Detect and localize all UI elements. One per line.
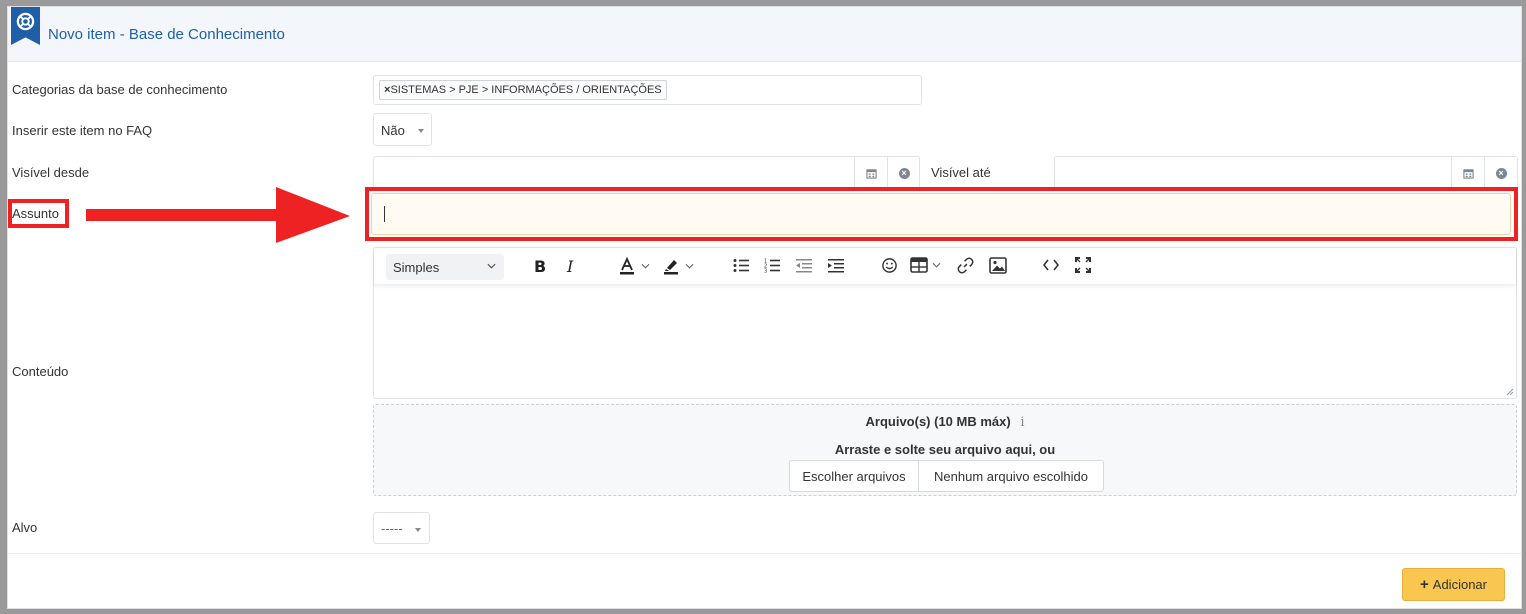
target-select[interactable]: ----- <box>373 512 430 544</box>
outdent-button[interactable] <box>796 258 812 273</box>
code-icon <box>1043 259 1059 271</box>
table-button[interactable] <box>910 257 941 273</box>
chevron-down-icon <box>932 262 941 268</box>
text-color-button[interactable] <box>618 257 650 275</box>
code-view-button[interactable] <box>1043 258 1059 272</box>
file-dropzone[interactable]: Arquivo(s) (10 MB máx) i Arraste e solte… <box>373 404 1517 496</box>
visible-from-label: Visível desde <box>12 165 90 180</box>
lifebuoy-icon <box>16 12 35 31</box>
categories-select[interactable]: ×SISTEMAS > PJE > INFORMAÇÕES / ORIENTAÇ… <box>373 75 922 105</box>
target-value: ----- <box>381 521 403 536</box>
chevron-down-icon <box>415 528 421 532</box>
paragraph-format-value: Simples <box>393 260 440 275</box>
content-label: Conteúdo <box>12 364 69 379</box>
page-title: Novo item - Base de Conhecimento <box>48 26 285 43</box>
subject-label: Assunto <box>12 206 59 221</box>
categories-label: Categorias da base de conhecimento <box>12 82 228 97</box>
italic-icon: I <box>567 257 574 276</box>
header-badge <box>11 7 40 45</box>
fullscreen-button[interactable] <box>1075 257 1091 273</box>
highlighter-icon <box>664 260 678 275</box>
editor-toolbar: Simples B I 123 <box>374 248 1516 284</box>
info-icon[interactable]: i <box>1020 415 1024 430</box>
red-arrow-annotation <box>86 187 350 243</box>
fullscreen-icon <box>1075 257 1091 273</box>
paragraph-format-dropdown[interactable]: Simples <box>386 254 504 280</box>
faq-select[interactable]: Não <box>373 113 432 146</box>
no-file-chosen-text: Nenhum arquivo escolhido <box>934 468 1088 484</box>
indent-button[interactable] <box>828 258 844 273</box>
footer-divider <box>8 553 1521 554</box>
highlight-color-button[interactable] <box>662 257 694 275</box>
dropzone-title: Arquivo(s) (10 MB máx) <box>865 414 1011 429</box>
add-button[interactable]: + Adicionar <box>1402 568 1505 601</box>
table-icon <box>910 257 928 273</box>
form-panel: Novo item - Base de Conhecimento Categor… <box>7 6 1522 609</box>
chevron-down-icon <box>487 263 496 269</box>
outdent-icon <box>796 259 812 273</box>
subject-input[interactable] <box>371 193 1511 235</box>
bullet-list-icon <box>733 259 749 272</box>
bold-button[interactable]: B <box>534 257 546 276</box>
visible-until-input[interactable]: × <box>1054 156 1518 190</box>
panel-header: Novo item - Base de Conhecimento <box>8 7 1521 62</box>
emoji-button[interactable] <box>881 257 898 274</box>
content-editor[interactable]: Simples B I 123 <box>373 247 1517 399</box>
image-icon <box>989 257 1007 274</box>
link-icon <box>957 257 974 274</box>
indent-icon <box>828 259 844 273</box>
file-input[interactable]: Escolher arquivos Nenhum arquivo escolhi… <box>789 460 1104 492</box>
clear-button-until[interactable]: × <box>1484 157 1517 189</box>
svg-text:3: 3 <box>764 269 767 274</box>
dropzone-title-row: Arquivo(s) (10 MB máx) i <box>374 414 1516 430</box>
add-button-label: Adicionar <box>1432 577 1487 592</box>
calendar-button-from[interactable] <box>854 157 887 189</box>
calendar-icon <box>1462 168 1474 179</box>
clear-icon: × <box>1495 167 1507 179</box>
image-button[interactable] <box>989 257 1007 274</box>
visible-until-label: Visível até <box>931 165 991 180</box>
bullet-list-button[interactable] <box>733 258 749 273</box>
calendar-button-until[interactable] <box>1451 157 1484 189</box>
faq-value: Não <box>381 123 405 138</box>
category-tag-text: SISTEMAS > PJE > INFORMAÇÕES / ORIENTAÇÕ… <box>390 84 662 96</box>
visible-from-input[interactable]: × <box>373 156 920 190</box>
link-button[interactable] <box>957 257 974 274</box>
choose-files-button[interactable]: Escolher arquivos <box>790 461 919 491</box>
dropzone-text: Arraste e solte seu arquivo aqui, ou <box>834 442 1056 457</box>
calendar-icon <box>865 168 877 179</box>
chevron-down-icon <box>685 263 694 269</box>
target-label: Alvo <box>12 520 38 535</box>
bold-icon: B <box>534 257 547 276</box>
clear-icon: × <box>898 167 910 179</box>
text-cursor <box>384 206 385 222</box>
emoji-icon <box>882 258 897 273</box>
numbered-list-button[interactable]: 123 <box>764 258 780 273</box>
clear-button-from[interactable]: × <box>887 157 920 189</box>
chevron-down-icon <box>418 129 424 133</box>
chevron-down-icon <box>641 263 650 269</box>
italic-button[interactable]: I <box>567 257 573 276</box>
category-tag: ×SISTEMAS > PJE > INFORMAÇÕES / ORIENTAÇ… <box>379 80 667 100</box>
faq-label: Inserir este item no FAQ <box>12 123 153 138</box>
resize-handle-icon[interactable] <box>1506 388 1514 396</box>
numbered-list-icon: 123 <box>764 259 780 274</box>
plus-icon: + <box>1420 576 1429 593</box>
text-color-icon <box>620 257 634 275</box>
